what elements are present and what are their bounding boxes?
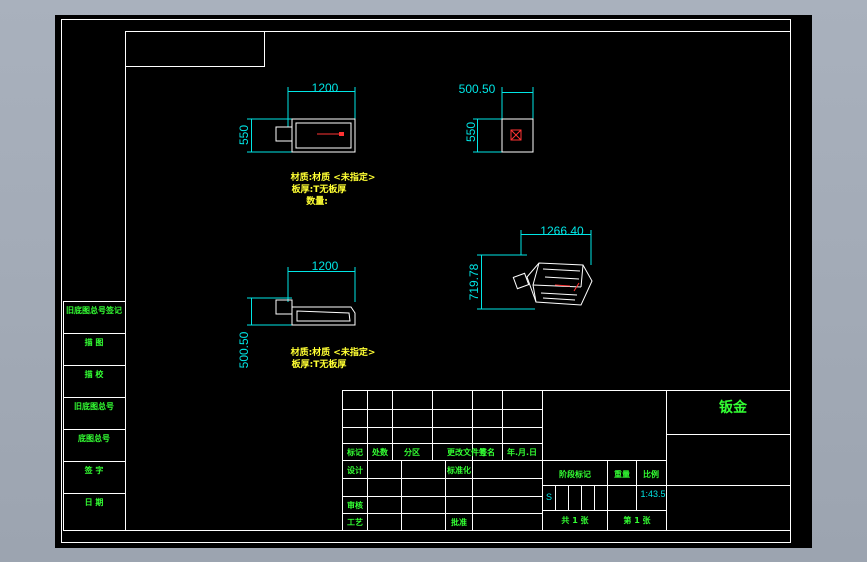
side-label: 旧底图总号 <box>74 401 114 411</box>
side-label: 日 期 <box>85 497 104 507</box>
top-note-thickness: 板厚:T无板厚 <box>292 358 347 370</box>
tb-row-review: 审核 <box>347 500 363 510</box>
iso-height-dim: 719.78 <box>467 263 481 300</box>
tb-row-standard: 标准化 <box>446 465 471 475</box>
tb-weight: 重量 <box>614 469 630 479</box>
tb-row-process: 工艺 <box>347 517 363 527</box>
side-label-column: 旧底图总号签记 描 图 描 校 旧底图总号 底图总号 签 字 日 期 <box>63 301 126 531</box>
tb-header-mark: 标记 <box>346 447 363 457</box>
front-height-dim: 550 <box>237 125 251 145</box>
side-view[interactable]: 500.50 550 <box>459 82 534 153</box>
isometric-view[interactable]: 1266.40 719.78 <box>467 224 593 310</box>
tb-header-date: 年.月.日 <box>507 447 537 457</box>
drawing-sheet[interactable]: 旧底图总号签记 描 图 描 校 旧底图总号 底图总号 签 字 日 期 1200 … <box>55 15 812 548</box>
top-note-material: 材质:材质 <未指定> <box>290 346 376 358</box>
tb-row-design: 设计 <box>347 465 363 475</box>
cad-viewport[interactable]: 旧底图总号签记 描 图 描 校 旧底图总号 底图总号 签 字 日 期 1200 … <box>0 0 867 562</box>
tb-header-count: 处数 <box>371 447 389 457</box>
side-label: 描 校 <box>85 369 105 379</box>
tb-scale-value: 1:43.5 <box>640 489 665 499</box>
side-label: 旧底图总号签记 <box>66 305 122 315</box>
top-left-box <box>125 31 265 67</box>
front-width-dim: 1200 <box>312 81 339 95</box>
front-view[interactable]: 1200 550 <box>237 81 356 153</box>
tb-stage-mark: 阶段标记 <box>559 469 591 479</box>
tb-row-approve: 批准 <box>451 517 467 527</box>
tb-header-zone: 分区 <box>404 447 420 457</box>
side-label: 底图总号 <box>77 433 110 443</box>
side-label: 签 字 <box>84 465 104 475</box>
tb-sheet-number: 第 1 张 <box>623 515 651 525</box>
side-height-dim: 550 <box>464 122 478 142</box>
tb-sheets-total: 共 1 张 <box>561 515 589 525</box>
outer-frame <box>61 19 791 543</box>
tb-stage-value: S <box>546 492 552 502</box>
tb-header-signature: 签名 <box>478 447 495 457</box>
tb-drawing-name: 钣金 <box>719 399 748 416</box>
tb-scale: 比例 <box>643 469 659 479</box>
side-label: 描 图 <box>85 337 104 347</box>
top-width-dim: 1200 <box>312 259 339 273</box>
front-note-material: 材质:材质 <未指定> <box>290 171 376 183</box>
front-note-thickness: 板厚:T无板厚 <box>292 183 347 195</box>
front-note-quantity: 数量: <box>306 195 328 207</box>
drawing-canvas: 旧底图总号签记 描 图 描 校 旧底图总号 底图总号 签 字 日 期 1200 … <box>61 19 791 543</box>
top-height-dim: 500.50 <box>237 331 251 368</box>
iso-width-dim: 1266.40 <box>540 224 584 238</box>
side-width-dim: 500.50 <box>459 82 496 96</box>
title-block[interactable]: 标记 处数 分区 更改文件号 签名 年.月.日 设计 标准化 审核 工艺 批准 … <box>342 390 791 531</box>
